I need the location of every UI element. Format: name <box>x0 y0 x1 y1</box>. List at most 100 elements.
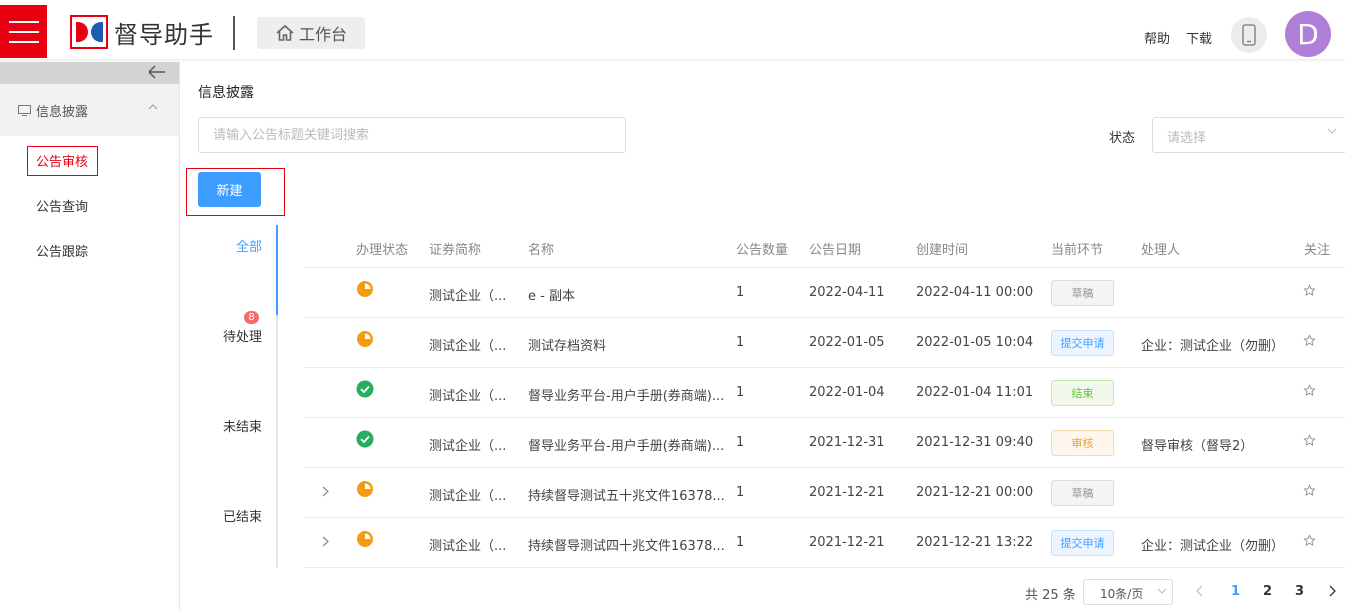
cell-created: 2022-01-05 10:04 <box>916 335 1034 350</box>
cell-date: 2021-12-21 <box>809 485 885 500</box>
sidebar-item-announcement-tracking[interactable]: 公告跟踪 <box>36 241 88 260</box>
cell-date: 2022-01-04 <box>809 385 885 400</box>
table-row[interactable]: 测试企业（... 督导业务平台-用户手册(券商端)... 1 2022-01-04 20… <box>304 368 1345 418</box>
col-header-security: 证券简称 <box>429 243 482 258</box>
stage-tag: 提交申请 <box>1051 530 1114 556</box>
cell-date: 2022-01-05 <box>809 335 885 350</box>
sidebar: 信息披露 公告审核 公告查询 公告跟踪 <box>0 62 180 611</box>
search-input[interactable] <box>198 117 626 153</box>
menu-toggle-button[interactable] <box>0 5 47 58</box>
new-button[interactable]: 新建 <box>198 172 261 207</box>
cell-count: 1 <box>736 535 745 550</box>
cell-created: 2021-12-21 00:00 <box>916 485 1034 500</box>
col-header-created: 创建时间 <box>916 243 969 258</box>
in-progress-status-icon <box>356 480 374 498</box>
logo-text: 督导助手 <box>114 20 214 49</box>
cell-security: 测试企业（... <box>429 439 507 454</box>
cell-date: 2021-12-21 <box>809 535 885 550</box>
cell-date: 2021-12-31 <box>809 435 885 450</box>
hamburger-line <box>8 30 39 33</box>
sidebar-collapse-bar[interactable] <box>0 62 179 84</box>
table-row[interactable]: 测试企业（... 督导业务平台-用户手册(券商端)... 1 2021-12-31 20… <box>304 418 1345 468</box>
sidebar-item-announcement-review[interactable]: 公告审核 <box>36 151 88 170</box>
table-row[interactable]: 测试企业（... 持续督导测试五十兆文件16378... 1 2021-12-21 20… <box>304 468 1345 518</box>
cell-security: 测试企业（... <box>429 289 507 304</box>
in-progress-status-icon <box>356 530 374 548</box>
page-2[interactable]: 2 <box>1263 584 1272 599</box>
col-header-follow: 关注 <box>1304 243 1331 258</box>
cell-handler: 督导审核（督导2） <box>1141 439 1254 454</box>
tab-unfinished[interactable]: 未结束 <box>223 416 262 435</box>
table-header: 办理状态 证券简称 名称 公告数量 公告日期 创建时间 当前环节 处理人 关注 <box>304 224 1345 268</box>
cell-count: 1 <box>736 285 745 300</box>
completed-status-icon <box>356 380 374 398</box>
follow-star-icon[interactable] <box>1303 534 1316 551</box>
top-header: 督导助手 工作台 帮助 下载 D <box>0 0 1345 60</box>
status-tabs: 全部 待处理 未结束 已结束 <box>180 225 278 568</box>
tab-pending[interactable]: 待处理 <box>223 326 262 345</box>
stage-tag: 草稿 <box>1051 280 1114 306</box>
chevron-down-icon <box>1157 588 1167 594</box>
page-size-select[interactable]: 10条/页 <box>1083 579 1173 605</box>
table-row[interactable]: 测试企业（... 持续督导测试四十兆文件16378... 1 2021-12-21 20… <box>304 518 1345 568</box>
mobile-button[interactable] <box>1231 17 1267 53</box>
tab-active-indicator <box>276 225 278 315</box>
hamburger-line <box>8 20 39 23</box>
in-progress-status-icon <box>356 330 374 348</box>
prev-page-icon[interactable] <box>1196 585 1204 597</box>
table-row[interactable]: 测试企业（... e - 副本 1 2022-04-11 2022-04-11 00:0… <box>304 268 1345 318</box>
table-body: 测试企业（... e - 副本 1 2022-04-11 2022-04-11 00:0… <box>304 268 1345 568</box>
stage-tag: 审核 <box>1051 430 1114 456</box>
stage-tag: 草稿 <box>1051 480 1114 506</box>
app-logo: 督导助手 <box>70 15 214 49</box>
next-page-icon[interactable] <box>1328 585 1336 597</box>
workbench-label: 工作台 <box>298 25 347 44</box>
page-1[interactable]: 1 <box>1231 584 1240 599</box>
tab-all[interactable]: 全部 <box>236 236 262 255</box>
status-select[interactable]: 请选择 <box>1152 117 1345 153</box>
col-header-date: 公告日期 <box>809 243 862 258</box>
cell-security: 测试企业（... <box>429 339 507 354</box>
total-count: 共 25 条 <box>1025 588 1076 603</box>
arrow-left-icon <box>148 65 165 79</box>
page-3[interactable]: 3 <box>1295 584 1304 599</box>
expand-row-icon[interactable] <box>322 536 329 551</box>
table-row[interactable]: 测试企业（... 测试存档资料 1 2022-01-05 2022-01-05 10:0… <box>304 318 1345 368</box>
cell-security: 测试企业（... <box>429 389 507 404</box>
expand-row-icon[interactable] <box>322 486 329 501</box>
cell-created: 2021-12-21 13:22 <box>916 535 1034 550</box>
sidebar-item-announcement-query[interactable]: 公告查询 <box>36 196 88 215</box>
col-header-stage: 当前环节 <box>1051 243 1104 258</box>
chevron-up-icon <box>148 104 158 110</box>
help-link[interactable]: 帮助 <box>1144 28 1170 47</box>
cell-name: 督导业务平台-用户手册(券商端)... <box>528 389 725 404</box>
col-header-count: 公告数量 <box>736 243 789 258</box>
follow-star-icon[interactable] <box>1303 434 1316 451</box>
cell-name: 测试存档资料 <box>528 339 607 354</box>
user-avatar[interactable]: D <box>1285 11 1331 57</box>
sidebar-group-info-disclosure[interactable]: 信息披露 <box>0 84 179 136</box>
completed-status-icon <box>356 430 374 448</box>
cell-created: 2022-04-11 00:00 <box>916 285 1034 300</box>
download-link[interactable]: 下载 <box>1186 28 1212 47</box>
pending-count-badge: 8 <box>244 311 259 324</box>
col-header-name: 名称 <box>528 243 555 258</box>
announcement-table: 办理状态 证券简称 名称 公告数量 公告日期 创建时间 当前环节 处理人 关注 … <box>304 224 1345 568</box>
cell-count: 1 <box>736 485 745 500</box>
follow-star-icon[interactable] <box>1303 384 1316 401</box>
follow-star-icon[interactable] <box>1303 484 1316 501</box>
cell-count: 1 <box>736 335 745 350</box>
cell-security: 测试企业（... <box>429 539 507 554</box>
follow-star-icon[interactable] <box>1303 284 1316 301</box>
stage-tag: 结束 <box>1051 380 1114 406</box>
tab-finished[interactable]: 已结束 <box>223 506 262 525</box>
workbench-button[interactable]: 工作台 <box>257 17 365 49</box>
page-size-value: 10条/页 <box>1100 587 1144 601</box>
cell-handler: 企业：测试企业（勿删） <box>1141 539 1285 554</box>
cell-name: e - 副本 <box>528 289 575 304</box>
phone-icon <box>1242 24 1256 46</box>
cell-handler: 企业：测试企业（勿删） <box>1141 339 1285 354</box>
cell-created: 2021-12-31 09:40 <box>916 435 1034 450</box>
monitor-icon <box>18 104 31 116</box>
follow-star-icon[interactable] <box>1303 334 1316 351</box>
